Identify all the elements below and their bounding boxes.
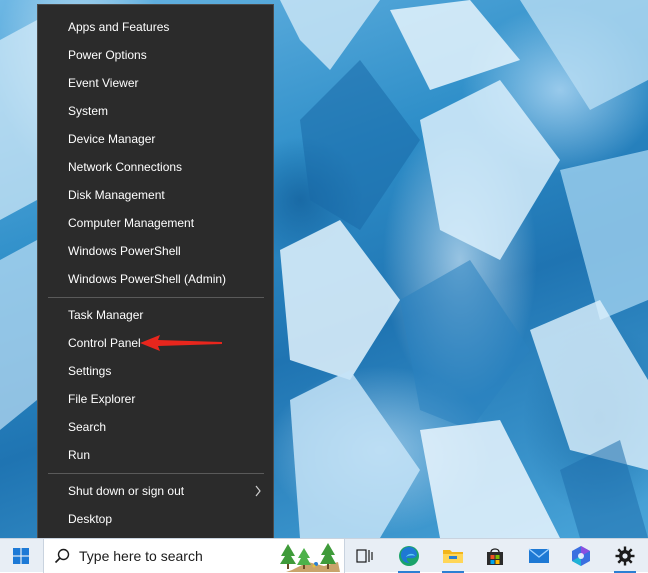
settings-icon bbox=[615, 546, 635, 566]
edge-icon bbox=[399, 546, 419, 566]
menu-item-event-viewer[interactable]: Event Viewer bbox=[38, 69, 273, 97]
task-view-icon bbox=[356, 549, 373, 563]
menu-item-task-manager[interactable]: Task Manager bbox=[38, 301, 273, 329]
taskbar-search-box[interactable]: Type here to search bbox=[43, 539, 345, 573]
menu-item-computer-management[interactable]: Computer Management bbox=[38, 209, 273, 237]
mail-icon bbox=[528, 548, 550, 563]
menu-item-windows-powershell[interactable]: Windows PowerShell bbox=[38, 237, 273, 265]
file-explorer-icon bbox=[443, 550, 463, 563]
winx-power-user-menu: Apps and Features Power Options Event Vi… bbox=[37, 4, 274, 539]
menu-item-system[interactable]: System bbox=[38, 97, 273, 125]
settings-button[interactable] bbox=[606, 539, 644, 573]
menu-item-settings[interactable]: Settings bbox=[38, 357, 273, 385]
menu-divider bbox=[48, 297, 264, 298]
copilot-icon bbox=[572, 546, 590, 566]
menu-divider bbox=[48, 473, 264, 474]
microsoft-store-button[interactable] bbox=[476, 539, 514, 573]
search-icon bbox=[54, 548, 70, 564]
menu-item-search[interactable]: Search bbox=[38, 413, 273, 441]
copilot-button[interactable] bbox=[562, 539, 600, 573]
menu-item-power-options[interactable]: Power Options bbox=[38, 41, 273, 69]
search-highlight-trees-icon bbox=[280, 543, 340, 572]
menu-item-shut-down-or-sign-out[interactable]: Shut down or sign out bbox=[38, 477, 273, 505]
menu-item-run[interactable]: Run bbox=[38, 441, 273, 469]
menu-item-desktop[interactable]: Desktop bbox=[38, 505, 273, 533]
taskbar: Type here to search bbox=[0, 538, 648, 573]
menu-item-apps-and-features[interactable]: Apps and Features bbox=[38, 13, 273, 41]
windows-logo-icon bbox=[13, 548, 29, 564]
annotation-arrow-icon bbox=[140, 335, 222, 351]
menu-item-disk-management[interactable]: Disk Management bbox=[38, 181, 273, 209]
search-placeholder: Type here to search bbox=[79, 548, 203, 564]
file-explorer-button[interactable] bbox=[434, 539, 472, 573]
start-button[interactable] bbox=[2, 539, 40, 573]
task-view-button[interactable] bbox=[346, 539, 384, 573]
edge-button[interactable] bbox=[390, 539, 428, 573]
mail-button[interactable] bbox=[520, 539, 558, 573]
menu-item-device-manager[interactable]: Device Manager bbox=[38, 125, 273, 153]
menu-item-label: Shut down or sign out bbox=[68, 484, 185, 498]
chevron-right-icon bbox=[255, 485, 261, 497]
menu-item-network-connections[interactable]: Network Connections bbox=[38, 153, 273, 181]
microsoft-store-icon bbox=[487, 548, 503, 565]
menu-item-file-explorer[interactable]: File Explorer bbox=[38, 385, 273, 413]
menu-item-windows-powershell-admin[interactable]: Windows PowerShell (Admin) bbox=[38, 265, 273, 293]
